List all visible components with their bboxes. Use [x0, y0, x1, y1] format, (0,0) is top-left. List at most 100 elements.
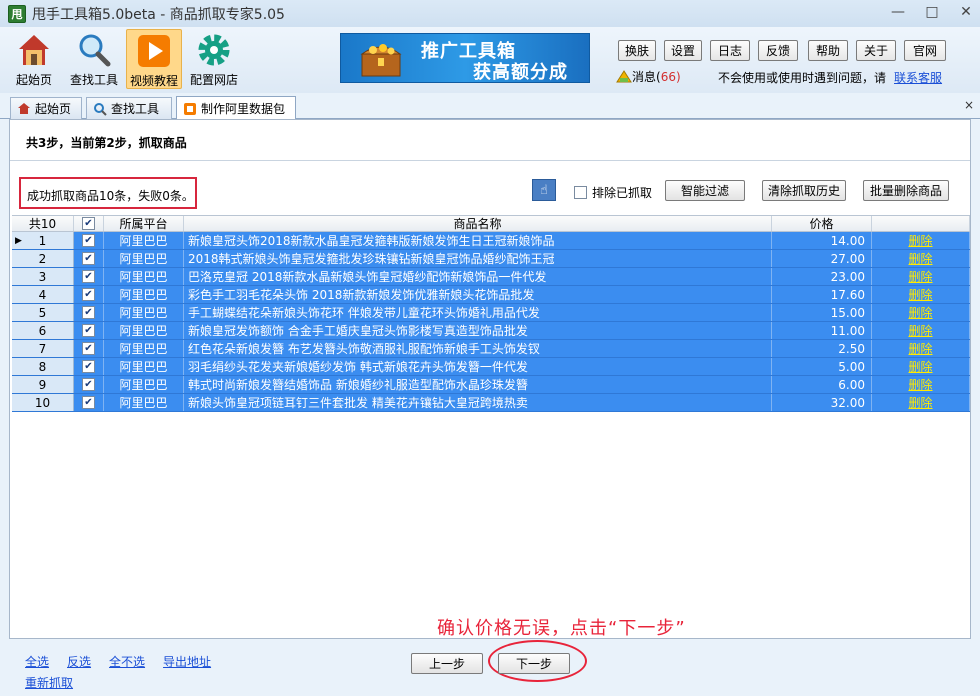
row-price: 14.00	[772, 232, 872, 249]
maximize-icon[interactable]: □	[924, 4, 940, 20]
row-delete-link[interactable]: 删除	[908, 268, 932, 285]
hand-pointer-icon[interactable]: ☝	[532, 179, 556, 201]
table-row[interactable]: 9 ✔ 阿里巴巴 韩式时尚新娘发簪结婚饰品 新娘婚纱礼服造型配饰水晶珍珠发簪 6.00 删…	[12, 376, 970, 394]
website-button[interactable]: 官网	[904, 40, 946, 61]
about-button[interactable]: 关于	[856, 40, 896, 61]
select-none-link[interactable]: 全不选	[109, 653, 145, 670]
tool-home[interactable]: 起始页	[6, 29, 62, 89]
row-action: 删除	[872, 304, 970, 321]
row-select[interactable]: ✔	[74, 268, 104, 285]
header-name: 商品名称	[184, 216, 772, 231]
bottom-links: 全选 反选 全不选 导出地址	[25, 653, 211, 670]
table-row[interactable]: ▶ 1 ✔ 阿里巴巴 新娘皇冠头饰2018新款水晶皇冠发箍韩版新娘发饰生日王冠新娘饰品 1…	[12, 232, 970, 250]
smart-filter-button[interactable]: 智能过滤	[665, 180, 745, 201]
table-row[interactable]: 6 ✔ 阿里巴巴 新娘皇冠发饰额饰 合金手工婚庆皇冠头饰影楼写真造型饰品批发 11.00…	[12, 322, 970, 340]
row-index-value: 3	[38, 269, 47, 284]
next-step-button[interactable]: 下一步	[498, 653, 570, 674]
row-delete-link[interactable]: 删除	[908, 250, 932, 267]
row-delete-link[interactable]: 删除	[908, 358, 932, 375]
table-row[interactable]: 3 ✔ 阿里巴巴 巴洛克皇冠 2018新款水晶新娘头饰皇冠婚纱配饰新娘饰品一件代发 23…	[12, 268, 970, 286]
row-checkbox[interactable]: ✔	[82, 288, 95, 301]
row-delete-link[interactable]: 删除	[908, 322, 932, 339]
batch-delete-button[interactable]: 批量删除商品	[863, 180, 949, 201]
close-tab-icon[interactable]: ×	[964, 98, 974, 112]
row-action: 删除	[872, 250, 970, 267]
row-checkbox[interactable]: ✔	[82, 270, 95, 283]
table-row[interactable]: 5 ✔ 阿里巴巴 手工蝴蝶结花朵新娘头饰花环 伴娘发带儿童花环头饰婚礼用品代发 15.0…	[12, 304, 970, 322]
row-checkbox[interactable]: ✔	[82, 342, 95, 355]
row-select[interactable]: ✔	[74, 340, 104, 357]
export-address-link[interactable]: 导出地址	[163, 653, 211, 670]
row-checkbox[interactable]: ✔	[82, 378, 95, 391]
prev-step-button[interactable]: 上一步	[411, 653, 483, 674]
step-indicator: 共3步，当前第2步，抓取商品	[26, 136, 187, 150]
row-delete-link[interactable]: 删除	[908, 376, 932, 393]
message-indicator[interactable]: 消息(66)	[616, 68, 681, 85]
header-price: 价格	[772, 216, 872, 231]
select-all-checkbox[interactable]: ✔	[82, 217, 95, 230]
row-checkbox[interactable]: ✔	[82, 252, 95, 265]
tool-video[interactable]: 视频教程	[126, 29, 182, 89]
row-select[interactable]: ✔	[74, 376, 104, 393]
promo-banner[interactable]: 推广工具箱 获高额分成	[340, 33, 590, 83]
tab-ali-package[interactable]: 制作阿里数据包	[176, 96, 296, 120]
title-bar: 甩 甩手工具箱5.0beta - 商品抓取专家5.05 — □ ✕	[0, 0, 980, 27]
row-select[interactable]: ✔	[74, 358, 104, 375]
row-delete-link[interactable]: 删除	[908, 232, 932, 249]
header-select-all[interactable]: ✔	[74, 216, 104, 231]
table-row[interactable]: 7 ✔ 阿里巴巴 红色花朵新娘发簪 布艺发簪头饰敬酒服礼服配饰新娘手工头饰发钗 2.50…	[12, 340, 970, 358]
tool-video-label: 视频教程	[129, 74, 178, 88]
refetch-link[interactable]: 重新抓取	[25, 674, 73, 691]
header-action	[872, 216, 970, 231]
minimize-icon[interactable]: —	[890, 4, 906, 20]
row-select[interactable]: ✔	[74, 304, 104, 321]
tool-config-label: 配置网店	[189, 73, 238, 87]
row-product-name: 彩色手工羽毛花朵头饰 2018新款新娘发饰优雅新娘头花饰品批发	[184, 286, 772, 303]
table-row[interactable]: 4 ✔ 阿里巴巴 彩色手工羽毛花朵头饰 2018新款新娘发饰优雅新娘头花饰品批发 17.…	[12, 286, 970, 304]
package-icon	[184, 102, 196, 115]
table-row[interactable]: 8 ✔ 阿里巴巴 羽毛绢纱头花发夹新娘婚纱发饰 韩式新娘花卉头饰发簪一件代发 5.00 删…	[12, 358, 970, 376]
contact-support-link[interactable]: 联系客服	[894, 71, 942, 85]
row-index: 2	[12, 250, 74, 267]
tab-home[interactable]: 起始页	[10, 97, 82, 119]
row-checkbox[interactable]: ✔	[82, 396, 95, 409]
skin-button[interactable]: 换肤	[618, 40, 656, 61]
row-select[interactable]: ✔	[74, 250, 104, 267]
exclude-fetched-toggle[interactable]: 排除已抓取	[574, 184, 652, 201]
table-row[interactable]: 10 ✔ 阿里巴巴 新娘头饰皇冠项链耳钉三件套批发 精美花卉镶钻大皇冠跨境热卖 32.0…	[12, 394, 970, 412]
row-platform: 阿里巴巴	[104, 268, 184, 285]
row-checkbox[interactable]: ✔	[82, 360, 95, 373]
exclude-checkbox[interactable]	[574, 186, 587, 199]
tool-find[interactable]: 查找工具	[66, 29, 122, 89]
log-button[interactable]: 日志	[710, 40, 750, 61]
row-select[interactable]: ✔	[74, 232, 104, 249]
row-price: 11.00	[772, 322, 872, 339]
feedback-button[interactable]: 反馈	[758, 40, 798, 61]
row-action: 删除	[872, 322, 970, 339]
clear-history-button[interactable]: 清除抓取历史	[762, 180, 846, 201]
message-label: 消息(	[632, 70, 661, 84]
close-icon[interactable]: ✕	[958, 4, 974, 20]
tab-find-tools[interactable]: 查找工具	[86, 97, 172, 119]
row-delete-link[interactable]: 删除	[908, 286, 932, 303]
help-button[interactable]: 帮助	[808, 40, 848, 61]
row-platform: 阿里巴巴	[104, 286, 184, 303]
row-delete-link[interactable]: 删除	[908, 340, 932, 357]
row-checkbox[interactable]: ✔	[82, 234, 95, 247]
header-total: 共10	[12, 216, 74, 231]
table-row[interactable]: 2 ✔ 阿里巴巴 2018韩式新娘头饰皇冠发箍批发珍珠镶钻新娘皇冠饰品婚纱配饰王冠 27…	[12, 250, 970, 268]
row-select[interactable]: ✔	[74, 286, 104, 303]
select-all-link[interactable]: 全选	[25, 653, 49, 670]
app-logo-icon: 甩	[8, 4, 26, 23]
tool-config[interactable]: 配置网店	[186, 29, 242, 89]
row-delete-link[interactable]: 删除	[908, 394, 932, 411]
row-delete-link[interactable]: 删除	[908, 304, 932, 321]
row-select[interactable]: ✔	[74, 322, 104, 339]
row-product-name: 新娘头饰皇冠项链耳钉三件套批发 精美花卉镶钻大皇冠跨境热卖	[184, 394, 772, 411]
row-checkbox[interactable]: ✔	[82, 306, 95, 319]
invert-selection-link[interactable]: 反选	[67, 653, 91, 670]
row-select[interactable]: ✔	[74, 394, 104, 411]
row-product-name: 新娘皇冠发饰额饰 合金手工婚庆皇冠头饰影楼写真造型饰品批发	[184, 322, 772, 339]
row-checkbox[interactable]: ✔	[82, 324, 95, 337]
settings-button[interactable]: 设置	[664, 40, 702, 61]
